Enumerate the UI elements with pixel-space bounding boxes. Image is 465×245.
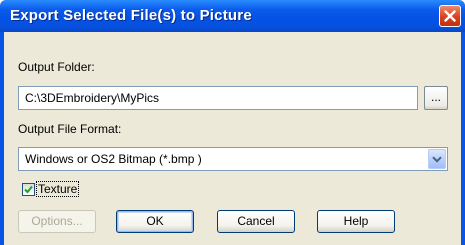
output-folder-value: C:\3DEmbroidery\MyPics xyxy=(25,91,160,105)
close-button[interactable] xyxy=(439,5,461,27)
help-button[interactable]: Help xyxy=(317,210,395,233)
output-format-label: Output File Format: xyxy=(18,122,122,136)
ok-button[interactable]: OK xyxy=(116,210,194,233)
export-dialog: Export Selected File(s) to Picture Outpu… xyxy=(0,0,465,245)
output-format-value: Windows or OS2 Bitmap (*.bmp ) xyxy=(25,152,202,166)
dialog-title: Export Selected File(s) to Picture xyxy=(10,7,252,24)
output-format-select[interactable]: Windows or OS2 Bitmap (*.bmp ) xyxy=(18,147,448,171)
texture-label[interactable]: Texture xyxy=(35,181,80,197)
options-button[interactable]: Options... xyxy=(18,210,96,233)
dropdown-button[interactable] xyxy=(428,149,446,169)
chevron-down-icon xyxy=(432,156,442,163)
close-icon xyxy=(444,10,456,22)
browse-button[interactable]: ... xyxy=(424,86,448,110)
title-bar[interactable]: Export Selected File(s) to Picture xyxy=(0,0,465,32)
output-folder-input[interactable]: C:\3DEmbroidery\MyPics xyxy=(18,86,418,110)
texture-checkbox[interactable] xyxy=(22,183,35,196)
dialog-body: Output Folder: C:\3DEmbroidery\MyPics ..… xyxy=(4,32,461,245)
checkmark-icon xyxy=(24,185,33,194)
cancel-button[interactable]: Cancel xyxy=(217,210,295,233)
output-folder-label: Output Folder: xyxy=(18,60,95,74)
